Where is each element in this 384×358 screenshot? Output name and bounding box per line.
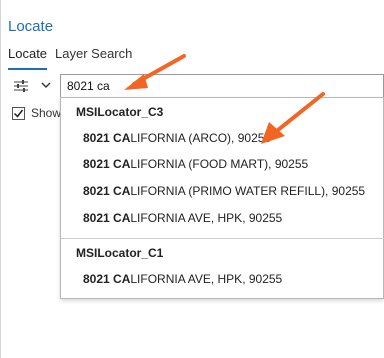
suggestions-dropdown: MSILocator_C3 8021 CALIFORNIA (ARCO), 90… (60, 97, 384, 299)
tab-bar: Locate Layer Search (8, 46, 132, 70)
search-input[interactable] (60, 74, 384, 98)
show-label: Show (31, 106, 62, 120)
tab-layer-search[interactable]: Layer Search (55, 46, 132, 70)
group-separator (61, 238, 384, 239)
group-header-msilocator-c1: MSILocator_C1 (76, 246, 164, 260)
suggestion-item[interactable]: 8021 CALIFORNIA AVE, HPK, 90255 (83, 272, 282, 286)
checkmark-icon (13, 109, 24, 118)
suggestion-item[interactable]: 8021 CALIFORNIA AVE, HPK, 90255 (83, 211, 282, 225)
tab-locate[interactable]: Locate (8, 46, 48, 70)
pane-border (0, 0, 1, 358)
suggestion-item[interactable]: 8021 CALIFORNIA (FOOD MART), 90255 (83, 157, 308, 171)
search-toolbar (8, 74, 384, 98)
locate-pane: Locate Locate Layer Search 8021 ca Show … (0, 0, 384, 358)
show-checkbox[interactable] (12, 106, 25, 120)
suggestion-item[interactable]: 8021 CALIFORNIA (PRIMO WATER REFILL), 90… (83, 184, 365, 198)
suggestion-item[interactable]: 8021 CALIFORNIA (ARCO), 90255 (83, 131, 271, 145)
show-option[interactable]: Show (12, 104, 61, 122)
pane-title: Locate (8, 18, 54, 35)
group-header-msilocator-c3: MSILocator_C3 (76, 105, 164, 119)
chevron-down-icon[interactable] (41, 78, 53, 92)
sliders-icon[interactable] (12, 77, 30, 95)
